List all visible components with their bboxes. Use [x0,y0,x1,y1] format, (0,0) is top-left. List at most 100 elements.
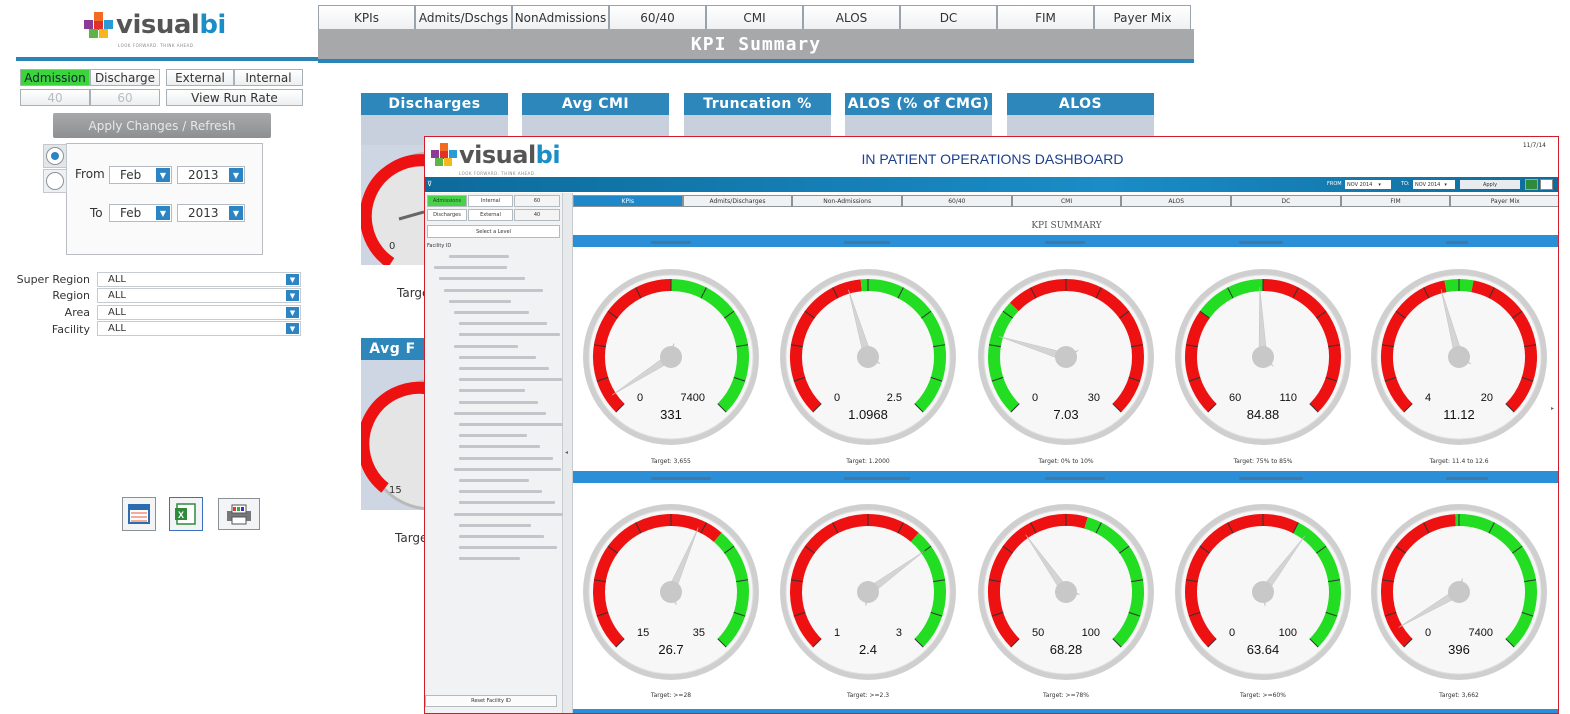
back-gauge-min: 0 [389,241,396,252]
gauge-value-label: 84.88 [1247,407,1280,422]
admission-option[interactable]: Admission [20,69,90,86]
gauge-hub [660,346,682,368]
kpi-header-alos: ALOS [1007,93,1154,115]
page-title: KPI Summary [318,29,1194,59]
kpi-header-truncation: Truncation % [684,93,831,115]
excel-icon[interactable]: X [169,497,203,531]
logo-bi: bi [199,10,226,40]
tab-fim[interactable]: FIM [997,5,1094,29]
bottom-band [573,709,1558,713]
kpi-header-discharges: Discharges [361,93,508,115]
alt-range-radio[interactable] [46,172,64,190]
print-icon[interactable] [218,498,260,530]
logo-underline [16,57,318,61]
from-month-value: Feb [120,168,142,182]
gauge-value-label: 2.4 [859,642,877,657]
to-year-select[interactable]: 2013 ▼ [177,204,245,222]
from-year-select[interactable]: 2013 ▼ [177,166,245,184]
to-year-value: 2013 [188,206,219,220]
kpi-header-avg-fim: Avg F [361,338,424,360]
gauge-max-label: 3 [896,627,902,639]
discharge-option[interactable]: Discharge [90,69,160,86]
gauge-hub [1448,581,1470,603]
region-label: Region [52,289,90,302]
chevron-down-icon: ▼ [156,206,170,220]
band-label [651,241,691,244]
gauge-max-label: 7400 [1469,627,1493,639]
facility-label: Facility [51,323,90,336]
facility-select[interactable]: ALL ▼ [97,321,301,336]
gauge-hub [857,346,879,368]
split-60-option[interactable]: 60 [90,89,160,106]
view-run-rate-button[interactable]: View Run Rate [166,89,303,106]
gauge-target: Target: 1.2000 [846,458,890,465]
radio-wrap-2 [43,169,67,193]
gauge-target: Target: 75% to 85% [1233,458,1293,465]
region-value: ALL [108,290,126,301]
chevron-down-icon: ▼ [229,206,243,220]
gauge-target: Target: >=78% [1043,692,1089,699]
tab-payer-mix[interactable]: Payer Mix [1094,5,1191,29]
split-40-option[interactable]: 40 [20,89,90,106]
gauge-min-label: 4 [1425,392,1431,404]
gauge-value-label: 68.28 [1050,642,1083,657]
tab-60-40[interactable]: 60/40 [609,5,706,29]
to-label: To [90,206,103,220]
band-label [651,477,711,480]
from-month-select[interactable]: Feb ▼ [109,166,172,184]
inpatient-dashboard-window: visualbi LOOK FORWARD. THINK AHEAD. IN P… [424,136,1559,714]
gauge-max-label: 2.5 [887,392,902,404]
gauge-value-label: 26.7 [658,642,683,657]
mode-toggle: Admission Discharge [20,69,160,86]
run-rate-wrap: View Run Rate [166,89,303,106]
tab-cmi[interactable]: CMI [706,5,803,29]
gauge-target: Target: >=2.3 [846,692,890,699]
gauge-min-label: 50 [1032,627,1044,639]
logo-cubes-icon [84,12,114,38]
region-select[interactable]: ALL ▼ [97,288,301,303]
date-range-radio[interactable] [46,147,64,165]
gauge-target: Target: 3,655 [651,458,691,465]
tab-dc[interactable]: DC [900,5,997,29]
tab-nonadmissions[interactable]: NonAdmissions [512,5,609,29]
gauge-value-label: 331 [660,407,682,422]
gauge-hub [1252,581,1274,603]
band-label [1045,241,1085,244]
tab-alos[interactable]: ALOS [803,5,900,29]
gauge-min-label: 0 [637,392,643,404]
gauge-target: Target: 11.4 to 12.6 [1429,458,1489,465]
gauge-min-label: 0 [834,392,840,404]
gauge-max-label: 100 [1279,627,1297,639]
area-select[interactable]: ALL ▼ [97,305,301,320]
chevron-down-icon: ▼ [286,323,299,334]
gauge-min-label: 60 [1229,392,1241,404]
internal-option[interactable]: Internal [234,69,303,86]
external-option[interactable]: External [166,69,234,86]
gauge-value-label: 1.0968 [848,407,888,422]
band-label [844,241,890,244]
super-region-label: Super Region [16,273,90,286]
area-label: Area [64,306,90,319]
from-year-value: 2013 [188,168,219,182]
chevron-down-icon: ▼ [156,168,170,182]
gauge-min-label: 1 [834,627,840,639]
gauge-min-label: 0 [1229,627,1235,639]
band-label [844,477,910,480]
gauge-min-label: 0 [1425,627,1431,639]
chevron-down-icon: ▼ [229,168,243,182]
tab-admits-dschgs[interactable]: Admits/Dschgs [415,5,512,29]
band-label [1446,477,1488,480]
tab-kpis[interactable]: KPIs [318,5,415,29]
gauge-hub [660,581,682,603]
scope-toggle: External Internal [166,69,303,86]
kpi-header-avg-cmi: Avg CMI [522,93,669,115]
calendar-icon[interactable] [122,497,156,531]
super-region-select[interactable]: ALL ▼ [97,272,301,287]
from-label: From [75,167,105,181]
band-label [1239,241,1283,244]
title-underline [318,59,1194,63]
split-toggle: 40 60 [20,89,160,106]
to-month-select[interactable]: Feb ▼ [109,204,172,222]
apply-changes-button[interactable]: Apply Changes / Refresh [53,113,271,138]
scroll-right-icon[interactable]: ▸ [1551,405,1554,412]
